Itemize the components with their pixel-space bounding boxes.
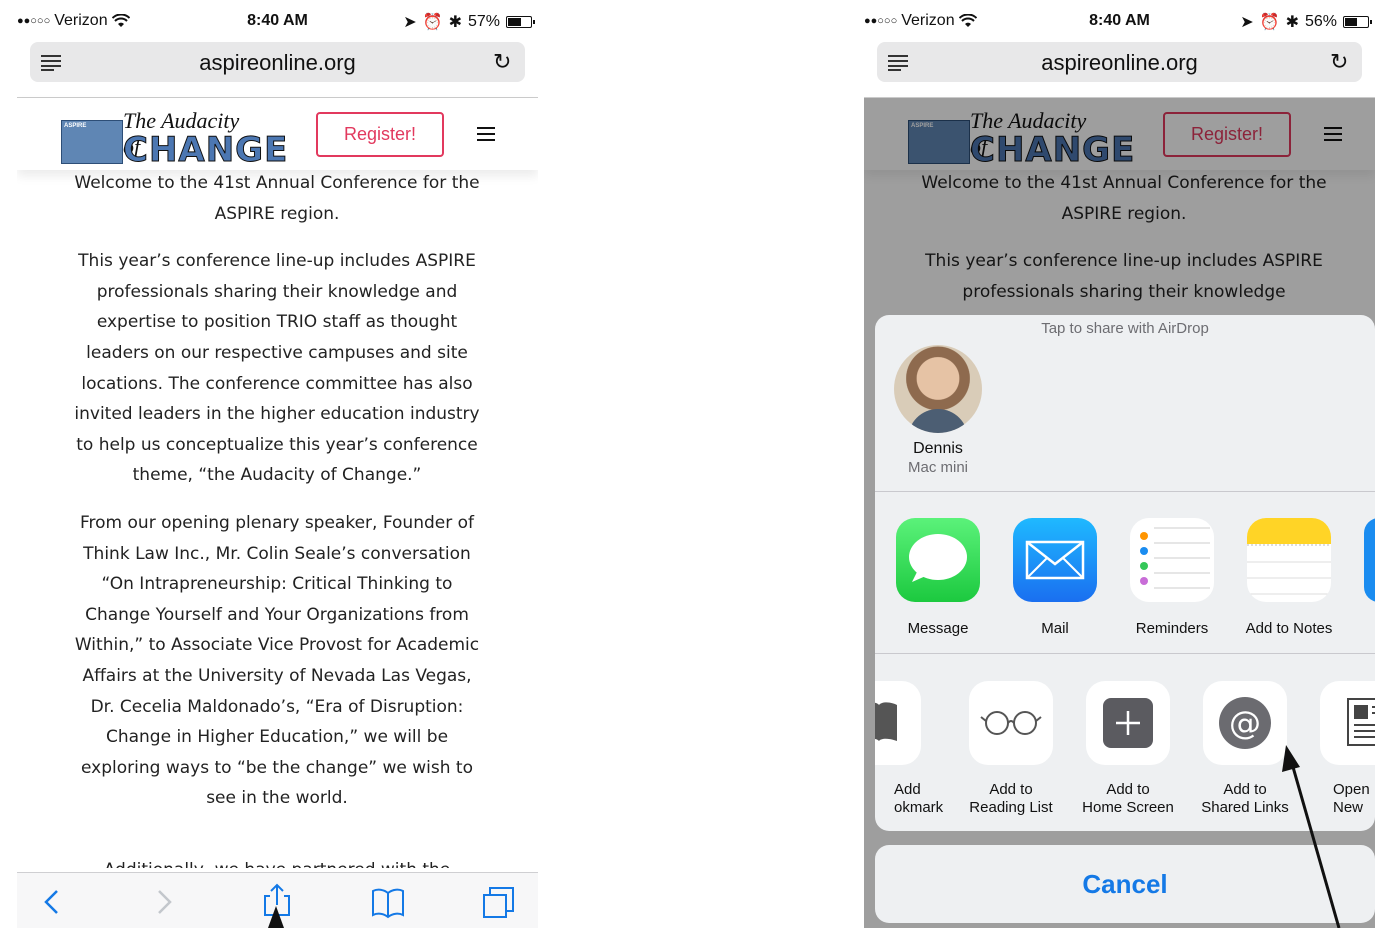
site-header: ASPIRE The Audacity of CHANGE Register! xyxy=(17,98,538,171)
sheet-divider xyxy=(875,653,1375,654)
action-label: Add to Shared Links xyxy=(1201,781,1289,816)
left-phone-screen: ●●○○○ Verizon 8:40 AM ➤ ⏰ ✱ 57% aspireon… xyxy=(17,0,538,928)
share-app-partial-icon[interactable] xyxy=(1364,518,1375,602)
register-button[interactable]: Register! xyxy=(316,112,444,157)
bluetooth-icon: ✱ xyxy=(1285,14,1299,31)
glasses-icon xyxy=(969,681,1053,765)
menu-icon[interactable] xyxy=(477,126,495,142)
status-bar: ●●○○○ Verizon 8:40 AM ➤ ⏰ ✱ 57% xyxy=(17,8,538,36)
forward-icon[interactable] xyxy=(147,885,181,919)
address-bar[interactable]: aspireonline.org ↻ xyxy=(877,42,1362,82)
share-app-mail[interactable]: Mail xyxy=(996,518,1114,637)
article-text: Welcome to the 41st Annual Conference fo… xyxy=(69,168,485,831)
sheet-divider xyxy=(875,491,1375,492)
battery-icon xyxy=(1343,16,1372,28)
address-bar[interactable]: aspireonline.org ↻ xyxy=(30,42,525,82)
news-icon xyxy=(1320,681,1375,765)
url-text[interactable]: aspireonline.org xyxy=(877,50,1362,76)
share-app-notes[interactable]: Add to Notes xyxy=(1230,518,1348,637)
share-app-label: Reminders xyxy=(1135,620,1209,637)
share-app-label: Mail xyxy=(1041,620,1069,637)
status-right: ➤ ⏰ ✱ 56% xyxy=(1240,12,1372,32)
back-icon[interactable] xyxy=(35,885,69,919)
svg-text:@: @ xyxy=(1229,704,1261,742)
action-open-new[interactable]: Open New xyxy=(1303,681,1375,817)
avatar[interactable] xyxy=(894,345,982,433)
action-home-screen[interactable]: Add to Home Screen xyxy=(1069,681,1187,817)
message-icon xyxy=(896,518,980,602)
location-icon: ➤ xyxy=(403,14,417,31)
action-label: Open New xyxy=(1333,781,1370,816)
airdrop-person-name: Dennis xyxy=(913,440,963,457)
airdrop-device: Mac mini xyxy=(907,459,968,476)
share-app-message[interactable]: Message xyxy=(879,518,997,637)
mail-icon xyxy=(1013,518,1097,602)
action-add-bookmark[interactable]: Add okmark xyxy=(875,681,944,817)
battery-percent: 57% xyxy=(467,13,500,30)
share-app-label: Add to Notes xyxy=(1245,620,1333,637)
status-right: ➤ ⏰ ✱ 57% xyxy=(403,12,535,32)
alarm-icon: ⏰ xyxy=(1259,14,1280,31)
tabs-icon[interactable] xyxy=(482,885,516,919)
reload-icon[interactable]: ↻ xyxy=(493,49,515,74)
bookmarks-icon[interactable] xyxy=(371,885,405,919)
plus-icon xyxy=(1086,681,1170,765)
action-label: Add okmark xyxy=(894,781,944,816)
logo-change-text: CHANGE xyxy=(122,130,289,171)
battery-icon xyxy=(506,16,535,28)
article-paragraph: Welcome to the 41st Annual Conference fo… xyxy=(74,173,480,224)
bookmark-icon xyxy=(875,681,921,765)
airdrop-label: Tap to share with AirDrop xyxy=(1041,320,1209,337)
url-text[interactable]: aspireonline.org xyxy=(30,50,525,76)
share-app-reminders[interactable]: Reminders xyxy=(1113,518,1231,637)
reload-icon[interactable]: ↻ xyxy=(1330,49,1352,74)
article-paragraph: From our opening plenary speaker, Founde… xyxy=(74,512,480,809)
airdrop-section: Tap to share with AirDrop Dennis Mac min… xyxy=(875,315,1375,491)
location-icon: ➤ xyxy=(1240,14,1254,31)
logo-badge: ASPIRE xyxy=(61,120,123,164)
alarm-icon: ⏰ xyxy=(422,14,443,31)
status-bar: ●●○○○ Verizon 8:40 AM ➤ ⏰ ✱ 56% xyxy=(864,8,1375,36)
at-icon: @ xyxy=(1203,681,1287,765)
article-paragraph: This year’s conference line-up includes … xyxy=(74,251,480,486)
right-phone-screen: ●●○○○ Verizon 8:40 AM ➤ ⏰ ✱ 56% aspireon… xyxy=(864,0,1375,928)
cancel-button[interactable]: Cancel xyxy=(875,845,1375,923)
reminders-icon xyxy=(1130,518,1214,602)
share-app-label: Message xyxy=(907,620,969,637)
site-logo[interactable]: ASPIRE The Audacity of CHANGE xyxy=(61,108,288,171)
notes-icon xyxy=(1247,518,1331,602)
safari-toolbar xyxy=(17,872,538,928)
action-reading-list[interactable]: Add to Reading List xyxy=(952,681,1070,817)
bluetooth-icon: ✱ xyxy=(448,14,462,31)
battery-percent: 56% xyxy=(1304,13,1337,30)
action-label: Add to Home Screen xyxy=(1082,781,1174,816)
share-icon[interactable] xyxy=(260,883,294,917)
action-label: Add to Reading List xyxy=(969,781,1053,816)
share-sheet: Tap to share with AirDrop Dennis Mac min… xyxy=(875,315,1375,831)
action-shared-links[interactable]: @ Add to Shared Links xyxy=(1186,681,1304,817)
